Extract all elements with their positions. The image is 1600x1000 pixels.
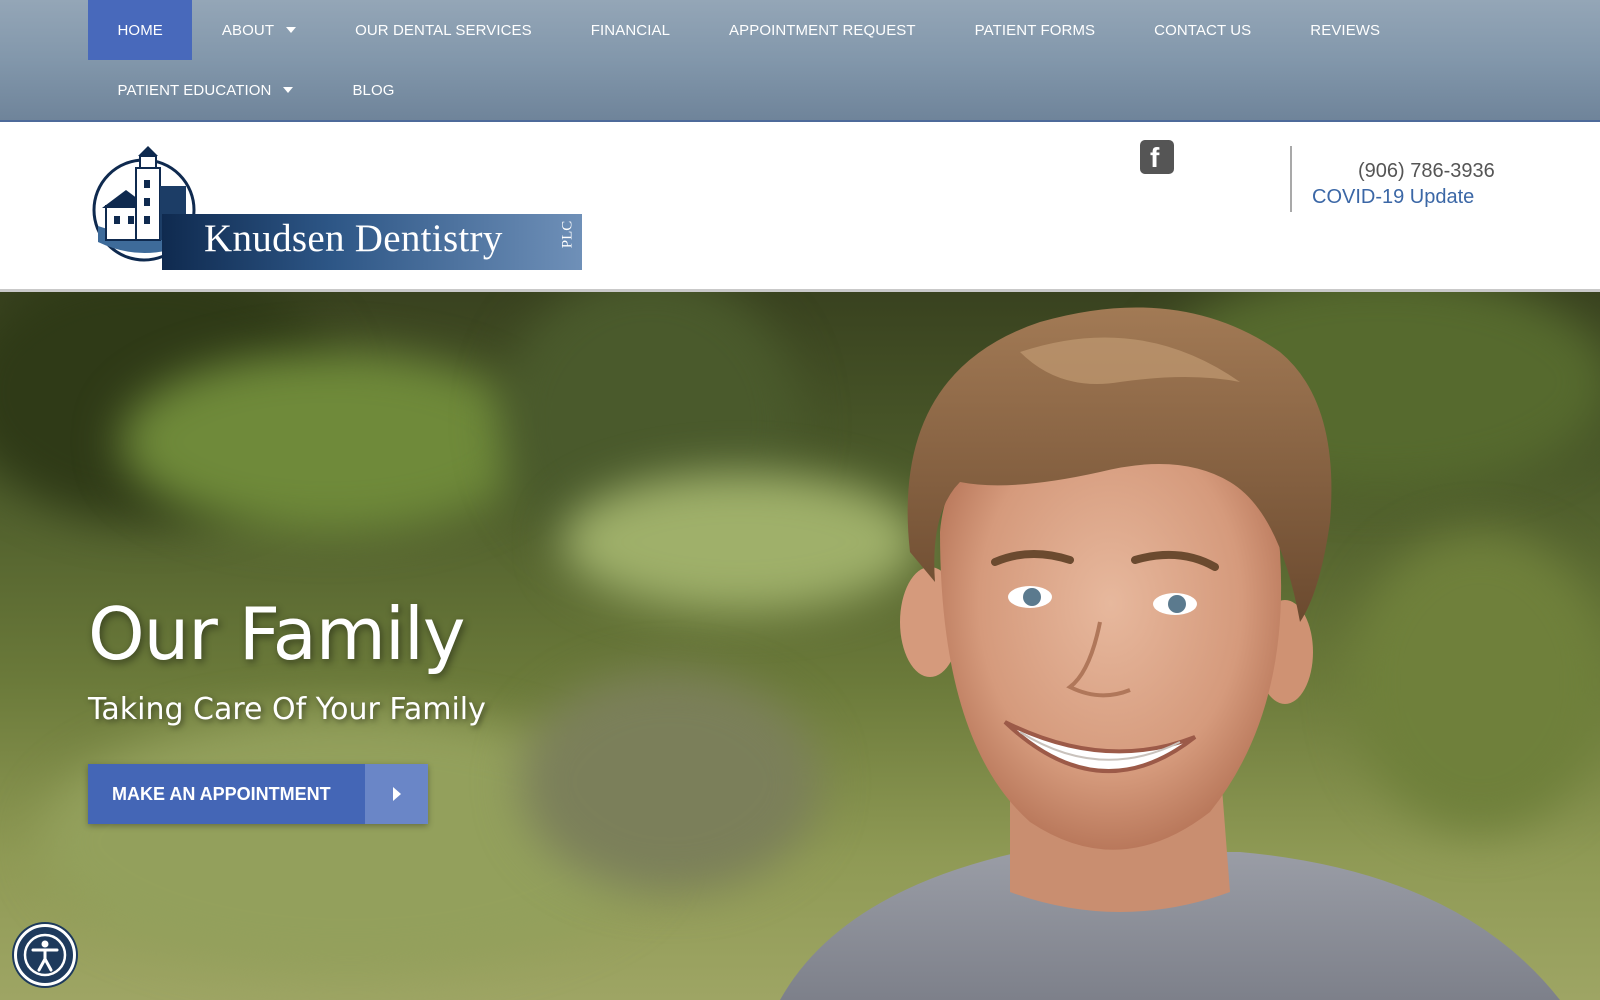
- facebook-icon[interactable]: f: [1140, 140, 1174, 174]
- nav-item-blog[interactable]: BLOG: [323, 60, 424, 120]
- nav-item-label: ABOUT: [221, 21, 275, 39]
- nav-item-label: FINANCIAL: [590, 21, 671, 39]
- nav-item-appointment-request[interactable]: APPOINTMENT REQUEST: [700, 0, 946, 60]
- covid-update-link[interactable]: COVID-19 Update: [1312, 186, 1474, 209]
- hero-banner: Our Family Taking Care Of Your Family MA…: [0, 292, 1600, 1000]
- nav-item-financial[interactable]: FINANCIAL: [561, 0, 699, 60]
- nav-item-contact-us[interactable]: CONTACT US: [1125, 0, 1281, 60]
- nav-row-secondary: PATIENT EDUCATION BLOG: [88, 60, 424, 120]
- main-navigation: HOME ABOUT OUR DENTAL SERVICES FINANCIAL APP…: [0, 0, 1600, 122]
- nav-item-home[interactable]: HOME: [88, 0, 193, 60]
- nav-item-our-dental-services[interactable]: OUR DENTAL SERVICES: [326, 0, 562, 60]
- nav-row-primary: HOME ABOUT OUR DENTAL SERVICES FINANCIAL APP…: [88, 0, 1410, 60]
- nav-item-label: APPOINTMENT REQUEST: [729, 21, 916, 39]
- site-logo[interactable]: Knudsen Dentistry PLC: [92, 146, 584, 270]
- caret-right-icon: [365, 764, 428, 824]
- nav-item-label: REVIEWS: [1310, 21, 1381, 39]
- nav-item-label: PATIENT EDUCATION: [117, 81, 272, 99]
- hero-title: Our Family: [88, 592, 465, 676]
- chevron-down-icon: [283, 87, 294, 93]
- hero-subtitle: Taking Care Of Your Family: [88, 692, 486, 727]
- accessibility-icon[interactable]: [14, 924, 76, 986]
- nav-item-label: CONTACT US: [1154, 21, 1252, 39]
- nav-item-patient-education[interactable]: PATIENT EDUCATION: [88, 60, 323, 120]
- nav-item-patient-forms[interactable]: PATIENT FORMS: [945, 0, 1124, 60]
- logo-name: Knudsen Dentistry: [204, 217, 503, 260]
- nav-item-reviews[interactable]: REVIEWS: [1281, 0, 1410, 60]
- chevron-down-icon: [286, 27, 297, 33]
- nav-item-label: BLOG: [352, 81, 395, 99]
- nav-item-label: PATIENT FORMS: [974, 21, 1096, 39]
- site-header: Knudsen Dentistry PLC f (906) 786-3936 C…: [0, 122, 1600, 292]
- phone-number[interactable]: (906) 786-3936: [1358, 160, 1495, 183]
- make-appointment-button[interactable]: MAKE AN APPOINTMENT: [88, 764, 428, 824]
- nav-item-label: HOME: [117, 21, 163, 39]
- nav-item-label: OUR DENTAL SERVICES: [355, 21, 532, 39]
- smiling-young-man-photo: [780, 307, 1560, 1000]
- logo-suffix: PLC: [559, 220, 576, 249]
- make-appointment-label: MAKE AN APPOINTMENT: [88, 764, 365, 824]
- nav-item-about[interactable]: ABOUT: [192, 0, 325, 60]
- header-divider: [1290, 146, 1292, 212]
